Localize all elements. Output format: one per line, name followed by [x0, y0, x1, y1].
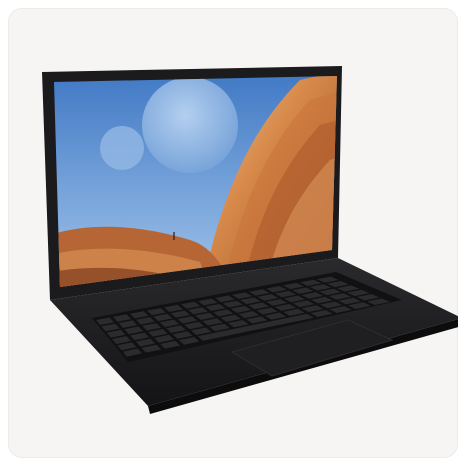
product-card[interactable]: [8, 8, 458, 458]
laptop-image: [42, 66, 458, 414]
